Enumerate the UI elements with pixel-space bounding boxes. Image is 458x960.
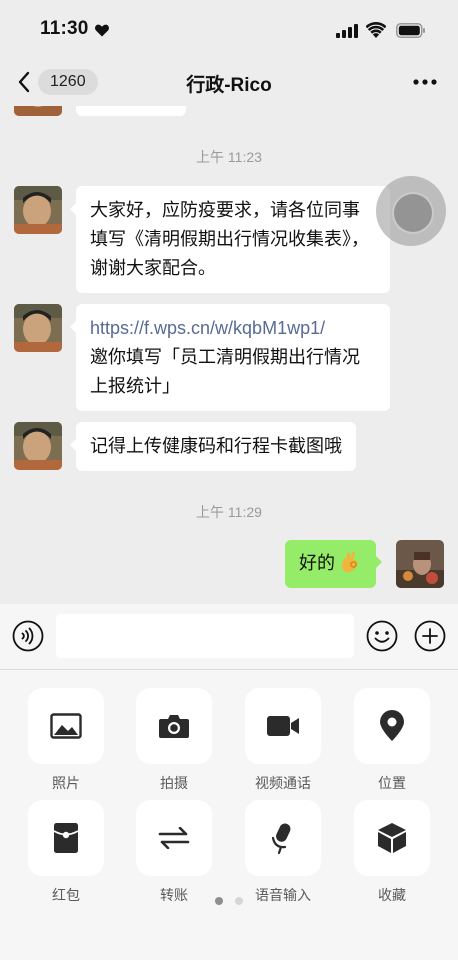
tool-label: 语音输入 — [255, 887, 311, 903]
tool-label: 视频通话 — [255, 775, 311, 791]
tool-transfer[interactable]: 转账 — [136, 800, 212, 905]
tool-favorites-tile[interactable] — [354, 800, 430, 876]
tool-red-packet-tile[interactable] — [28, 800, 104, 876]
tool-label: 拍摄 — [160, 775, 188, 791]
transfer-icon — [158, 827, 190, 849]
microphone-icon — [271, 823, 291, 854]
nav-bar: 1260 行政-Rico — [0, 58, 458, 106]
timestamp: 上午 11:23 — [196, 149, 262, 165]
favorites-box-icon — [378, 823, 406, 853]
heart-icon — [95, 24, 109, 37]
wps-form-link[interactable]: https://f.wps.cn/w/kqbM1wp1/ — [90, 314, 376, 343]
message-bubble-previous[interactable] — [76, 106, 186, 116]
page-indicator-dot-active[interactable] — [215, 897, 223, 905]
message-text: 记得上传健康码和行程卡截图哦 — [90, 436, 342, 456]
tool-label: 位置 — [378, 775, 406, 791]
status-bar: 11:30 — [0, 0, 458, 58]
message-text: 好的 — [299, 553, 335, 573]
plus-icon[interactable] — [414, 620, 446, 652]
tool-photos-tile[interactable] — [28, 688, 104, 764]
message-text: 大家好，应防疫要求，请各位同事填写《清明假期出行情况收集表》，谢谢大家配合。 — [90, 200, 369, 278]
tool-location-tile[interactable] — [354, 688, 430, 764]
tool-video-call-tile[interactable] — [245, 688, 321, 764]
signal-icon — [336, 24, 358, 38]
tool-red-packet[interactable]: 红包 — [28, 800, 104, 905]
more-icon[interactable] — [412, 78, 438, 86]
floating-assistive-ball[interactable] — [376, 176, 446, 246]
red-packet-icon — [53, 823, 79, 853]
message-bubble[interactable]: 记得上传健康码和行程卡截图哦 — [70, 422, 356, 471]
image-icon — [50, 713, 82, 739]
avatar-self[interactable] — [396, 540, 444, 588]
voice-mode-icon[interactable] — [12, 620, 44, 652]
tool-transfer-tile[interactable] — [136, 800, 212, 876]
avatar-rico[interactable] — [14, 106, 62, 116]
tool-label: 转账 — [160, 887, 188, 903]
avatar-rico[interactable] — [14, 186, 62, 234]
tool-voice-input[interactable]: 语音输入 — [245, 800, 321, 905]
attachment-panel: 照片 拍摄 视频通话 位置 红包 转账 语音输入 收藏 — [0, 670, 458, 960]
tool-location[interactable]: 位置 — [354, 688, 430, 793]
tool-label: 照片 — [52, 775, 80, 791]
timestamp: 上午 11:29 — [196, 504, 262, 520]
avatar-rico[interactable] — [14, 304, 62, 352]
tool-video-call[interactable]: 视频通话 — [245, 688, 321, 793]
chat-area[interactable]: 上午 11:23 大家好，应防疫要求，请各位同事填写《清明假期出行情况收集表》，… — [0, 106, 458, 604]
location-pin-icon — [380, 710, 404, 741]
wifi-icon — [366, 22, 386, 38]
tool-label: 收藏 — [378, 887, 406, 903]
message-bubble-link[interactable]: https://f.wps.cn/w/kqbM1wp1/ 邀你填写「员工清明假期… — [70, 304, 390, 411]
emoji-icon[interactable] — [366, 620, 398, 652]
video-icon — [267, 716, 299, 736]
ok-hand-icon — [341, 551, 358, 572]
chat-title: 行政-Rico — [186, 75, 272, 96]
tool-label: 红包 — [52, 887, 80, 903]
page-indicator-dot[interactable] — [235, 897, 243, 905]
message-input[interactable] — [56, 614, 354, 658]
status-time: 11:30 — [40, 18, 89, 39]
tool-camera[interactable]: 拍摄 — [136, 688, 212, 793]
input-bar — [0, 604, 458, 670]
avatar-rico[interactable] — [14, 422, 62, 470]
message-bubble[interactable]: 大家好，应防疫要求，请各位同事填写《清明假期出行情况收集表》，谢谢大家配合。 — [70, 186, 390, 293]
message-bubble-self[interactable]: 好的 — [285, 540, 383, 588]
tool-favorites[interactable]: 收藏 — [354, 800, 430, 905]
tool-camera-tile[interactable] — [136, 688, 212, 764]
message-text: 邀你填写「员工清明假期出行情况上报统计」 — [90, 347, 360, 396]
tool-voice-input-tile[interactable] — [245, 800, 321, 876]
tool-photos[interactable]: 照片 — [28, 688, 104, 793]
battery-icon — [396, 23, 425, 38]
camera-icon — [159, 715, 189, 738]
